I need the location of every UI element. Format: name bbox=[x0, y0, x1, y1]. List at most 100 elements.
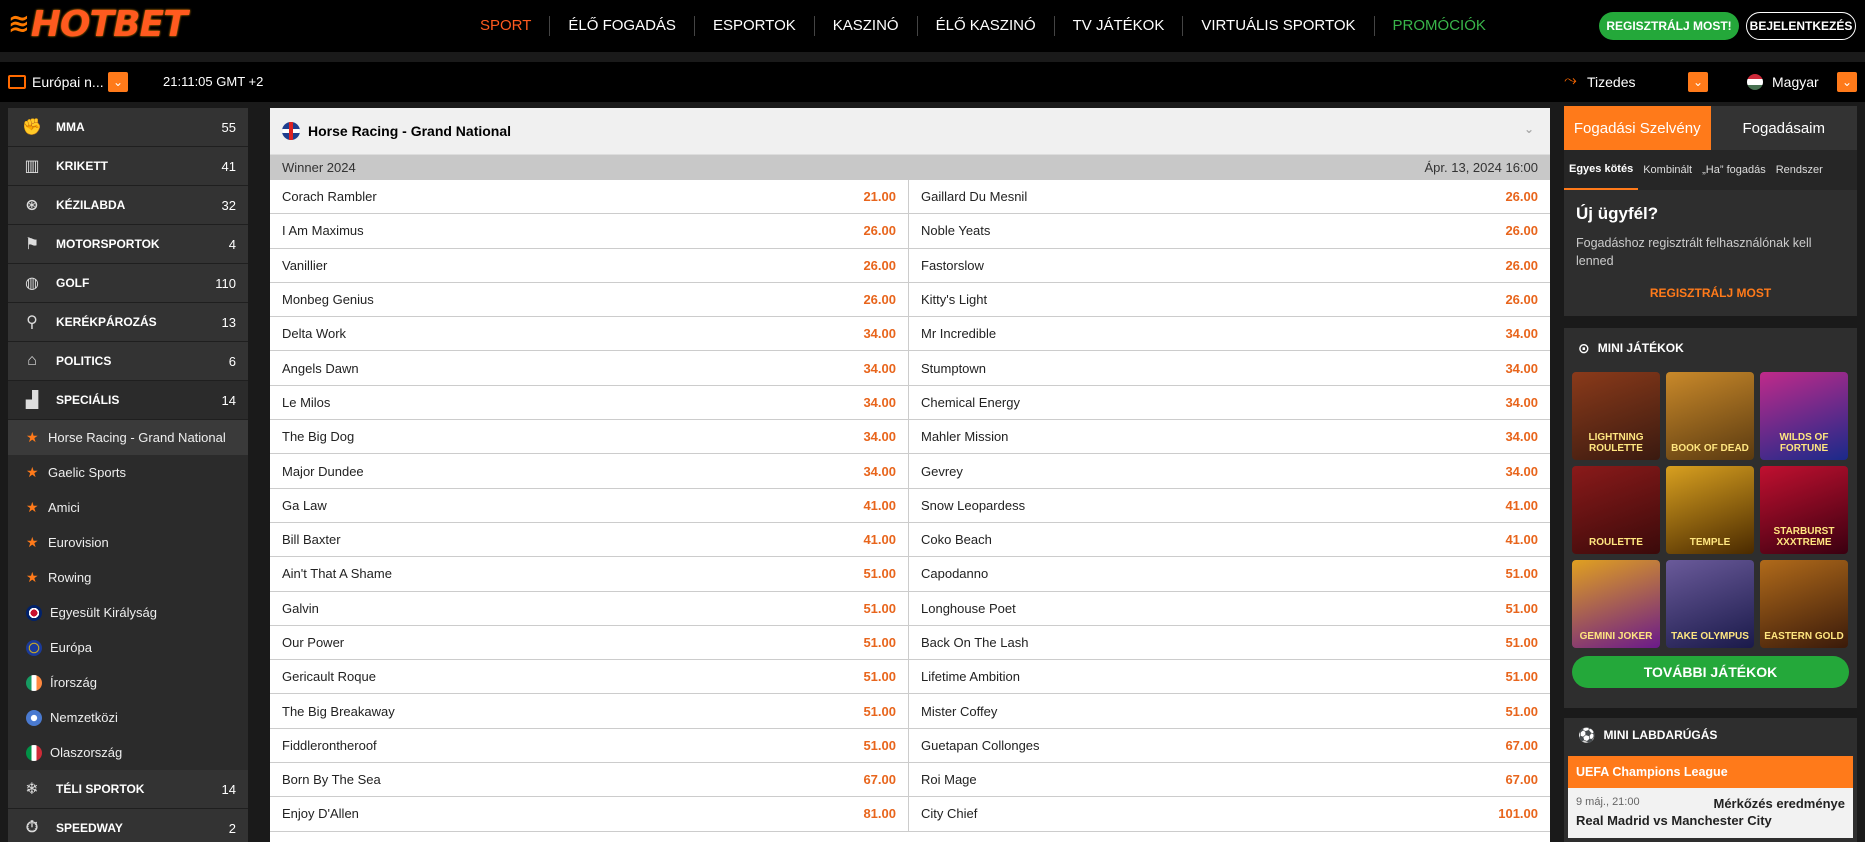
sidebar-subitem-europe[interactable]: Európa bbox=[8, 630, 248, 665]
selection-row[interactable]: Coko Beach 41.00 bbox=[909, 523, 1550, 558]
selection-odds[interactable]: 26.00 bbox=[1505, 258, 1538, 273]
selection-odds[interactable]: 51.00 bbox=[863, 566, 896, 581]
selection-row[interactable]: Chemical Energy 34.00 bbox=[909, 386, 1550, 421]
tab-single[interactable]: Egyes kötés bbox=[1564, 150, 1639, 190]
event-header[interactable]: Horse Racing - Grand National ⌄ bbox=[270, 108, 1550, 155]
selection-odds[interactable]: 26.00 bbox=[863, 258, 896, 273]
selection-odds[interactable]: 26.00 bbox=[1505, 223, 1538, 238]
selection-odds[interactable]: 51.00 bbox=[1505, 566, 1538, 581]
sidebar-item-politics[interactable]: ⌂ POLITICS 6 bbox=[8, 342, 248, 381]
selection-row[interactable]: Monbeg Genius 26.00 bbox=[270, 282, 909, 318]
nav-casino[interactable]: KASZINÓ bbox=[815, 16, 918, 36]
odds-format-dropdown-button[interactable]: ⌄ bbox=[1688, 72, 1708, 92]
selection-odds[interactable]: 26.00 bbox=[1505, 292, 1538, 307]
selection-odds[interactable]: 34.00 bbox=[1505, 326, 1538, 341]
game-tile[interactable]: TEMPLE bbox=[1666, 466, 1754, 554]
odds-format-selector[interactable]: Tizedes bbox=[1587, 74, 1636, 90]
selection-odds[interactable]: 101.00 bbox=[1498, 806, 1538, 821]
selection-odds[interactable]: 34.00 bbox=[1505, 361, 1538, 376]
selection-row[interactable]: Longhouse Poet 51.00 bbox=[909, 592, 1550, 626]
nav-sport[interactable]: SPORT bbox=[462, 16, 551, 36]
more-games-button[interactable]: TOVÁBBI JÁTÉKOK bbox=[1572, 656, 1849, 688]
selection-row[interactable]: Enjoy D'Allen 81.00 bbox=[270, 797, 909, 832]
sidebar-item-handball[interactable]: ⊛ KÉZILABDA 32 bbox=[8, 186, 248, 225]
selection-odds[interactable]: 51.00 bbox=[1505, 704, 1538, 719]
tab-betslip[interactable]: Fogadási Szelvény bbox=[1564, 106, 1711, 150]
selection-odds[interactable]: 51.00 bbox=[1505, 601, 1538, 616]
selection-odds[interactable]: 67.00 bbox=[1505, 738, 1538, 753]
sidebar-item-cricket[interactable]: ▥ KRIKETT 41 bbox=[8, 147, 248, 186]
selection-odds[interactable]: 41.00 bbox=[1505, 532, 1538, 547]
sidebar-subitem-gaelic-sports[interactable]: ★ Gaelic Sports bbox=[8, 455, 248, 490]
selection-odds[interactable]: 67.00 bbox=[1505, 772, 1538, 787]
sidebar-subitem-united-kingdom[interactable]: Egyesült Királyság bbox=[8, 595, 248, 630]
selection-odds[interactable]: 34.00 bbox=[863, 361, 896, 376]
selection-odds[interactable]: 51.00 bbox=[1505, 635, 1538, 650]
match-card[interactable]: 9 máj., 21:00 Mérkőzés eredménye Real Ma… bbox=[1568, 788, 1853, 838]
sidebar-subitem-italy[interactable]: Olaszország bbox=[8, 735, 248, 770]
selection-row[interactable]: Vanillier 26.00 bbox=[270, 248, 909, 283]
sidebar-item-mma[interactable]: ✊ MMA 55 bbox=[8, 108, 248, 147]
game-tile[interactable]: WILDS OF FORTUNE bbox=[1760, 372, 1848, 460]
selection-odds[interactable]: 34.00 bbox=[863, 395, 896, 410]
nav-tv-games[interactable]: TV JÁTÉKOK bbox=[1055, 16, 1184, 36]
game-tile[interactable]: STARBURST XXXTREME bbox=[1760, 466, 1848, 554]
selection-odds[interactable]: 67.00 bbox=[863, 772, 896, 787]
sidebar-subitem-horse-racing[interactable]: ★ Horse Racing - Grand National bbox=[8, 420, 248, 455]
tab-my-bets[interactable]: Fogadásaim bbox=[1710, 106, 1857, 150]
selection-row[interactable]: Galvin 51.00 bbox=[270, 591, 909, 626]
selection-row[interactable]: Gericault Roque 51.00 bbox=[270, 660, 909, 695]
register-link[interactable]: REGISZTRÁLJ MOST bbox=[1576, 286, 1845, 300]
sidebar-item-golf[interactable]: ◍ GOLF 110 bbox=[8, 264, 248, 303]
selection-odds[interactable]: 34.00 bbox=[1505, 464, 1538, 479]
selection-odds[interactable]: 51.00 bbox=[863, 704, 896, 719]
tab-system[interactable]: Rendszer bbox=[1771, 150, 1828, 190]
sidebar-item-speedway[interactable]: ⏱ SPEEDWAY 2 bbox=[8, 809, 248, 842]
nav-live-casino[interactable]: ÉLŐ KASZINÓ bbox=[918, 16, 1055, 36]
chevron-down-icon[interactable]: ⌄ bbox=[1524, 122, 1534, 136]
selection-row[interactable]: Capodanno 51.00 bbox=[909, 557, 1550, 592]
selection-row[interactable]: Bill Baxter 41.00 bbox=[270, 522, 909, 558]
sidebar-subitem-eurovision[interactable]: ★ Eurovision bbox=[8, 525, 248, 560]
game-tile[interactable]: TAKE OLYMPUS bbox=[1666, 560, 1754, 648]
selection-odds[interactable]: 26.00 bbox=[1505, 189, 1538, 204]
selection-odds[interactable]: 21.00 bbox=[863, 189, 896, 204]
selection-row[interactable]: Corach Rambler 21.00 bbox=[270, 180, 909, 215]
game-tile[interactable]: GEMINI JOKER bbox=[1572, 560, 1660, 648]
selection-row[interactable]: Roi Mage 67.00 bbox=[909, 763, 1550, 798]
sidebar-item-winter-sports[interactable]: ❄ TÉLI SPORTOK 14 bbox=[8, 770, 248, 809]
selection-row[interactable]: Stumptown 34.00 bbox=[909, 351, 1550, 386]
selection-row[interactable]: Mahler Mission 34.00 bbox=[909, 420, 1550, 455]
selection-odds[interactable]: 81.00 bbox=[863, 806, 896, 821]
game-tile[interactable]: BOOK OF DEAD bbox=[1666, 372, 1754, 460]
selection-odds[interactable]: 26.00 bbox=[863, 223, 896, 238]
sidebar-item-specials[interactable]: ▟ SPECIÁLIS 14 bbox=[8, 381, 248, 420]
game-tile[interactable]: LIGHTNING ROULETTE bbox=[1572, 372, 1660, 460]
selection-odds[interactable]: 34.00 bbox=[1505, 395, 1538, 410]
register-button[interactable]: REGISZTRÁLJ MOST! bbox=[1599, 12, 1739, 40]
selection-row[interactable]: Gaillard Du Mesnil 26.00 bbox=[909, 180, 1550, 215]
selection-row[interactable]: The Big Breakaway 51.00 bbox=[270, 694, 909, 729]
sidebar-item-cycling[interactable]: ⚲ KERÉKPÁROZÁS 13 bbox=[8, 303, 248, 342]
selection-odds[interactable]: 26.00 bbox=[863, 292, 896, 307]
selection-row[interactable]: The Big Dog 34.00 bbox=[270, 420, 909, 455]
selection-odds[interactable]: 34.00 bbox=[863, 326, 896, 341]
timezone-selector[interactable]: Európai n... bbox=[32, 74, 104, 90]
selection-row[interactable]: Born By The Sea 67.00 bbox=[270, 763, 909, 798]
selection-row[interactable]: Ga Law 41.00 bbox=[270, 488, 909, 523]
language-dropdown-button[interactable]: ⌄ bbox=[1837, 72, 1857, 92]
selection-row[interactable]: Mister Coffey 51.00 bbox=[909, 694, 1550, 729]
sidebar-subitem-rowing[interactable]: ★ Rowing bbox=[8, 560, 248, 595]
selection-row[interactable]: Delta Work 34.00 bbox=[270, 317, 909, 352]
nav-live-betting[interactable]: ÉLŐ FOGADÁS bbox=[550, 16, 695, 36]
language-selector[interactable]: Magyar bbox=[1772, 74, 1819, 90]
nav-virtual-sports[interactable]: VIRTUÁLIS SPORTOK bbox=[1183, 16, 1375, 36]
nav-promotions[interactable]: PROMÓCIÓK bbox=[1375, 16, 1504, 36]
sidebar-subitem-international[interactable]: Nemzetközi bbox=[8, 700, 248, 735]
game-tile[interactable]: EASTERN GOLD bbox=[1760, 560, 1848, 648]
selection-row[interactable]: Snow Leopardess 41.00 bbox=[909, 489, 1550, 523]
selection-odds[interactable]: 51.00 bbox=[863, 601, 896, 616]
selection-odds[interactable]: 41.00 bbox=[863, 532, 896, 547]
login-button[interactable]: BEJELENTKEZÉS bbox=[1746, 12, 1856, 40]
selection-odds[interactable]: 41.00 bbox=[863, 498, 896, 513]
